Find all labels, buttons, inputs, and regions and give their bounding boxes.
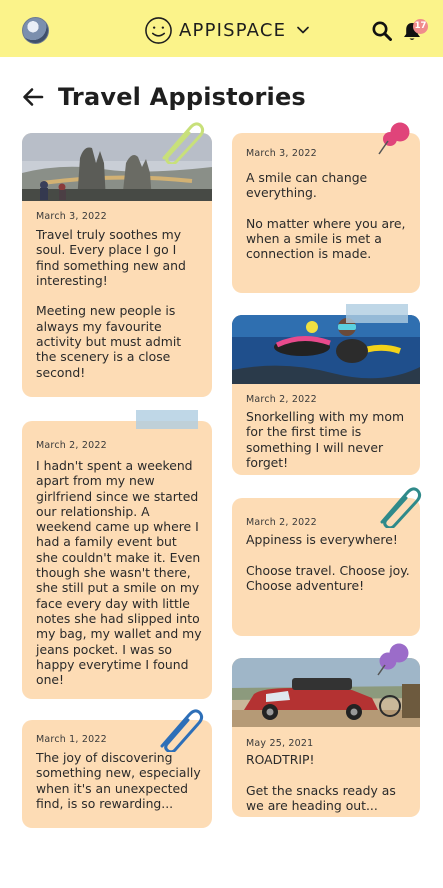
tape-strip (136, 410, 198, 429)
story-text: A smile can change everything. No matter… (246, 170, 406, 262)
story-text: Travel truly soothes my soul. Every plac… (36, 227, 186, 380)
story-card[interactable]: March 2, 2022 I hadn't spent a weekend a… (22, 421, 212, 699)
search-icon[interactable] (372, 21, 392, 41)
chevron-down-icon (297, 26, 310, 34)
back-arrow-icon[interactable] (22, 87, 44, 107)
pushpin-icon (377, 643, 409, 676)
top-bar: APPISPACE 17 (0, 0, 443, 57)
story-date: March 2, 2022 (36, 440, 107, 451)
paperclip-icon (162, 122, 205, 164)
story-date: March 2, 2022 (246, 394, 317, 405)
story-text: ROADTRIP! Get the snacks ready as we are… (246, 752, 396, 813)
story-card[interactable]: March 3, 2022 Travel truly soothes my so… (22, 133, 212, 397)
tape-strip (346, 304, 408, 323)
story-date: March 2, 2022 (246, 517, 317, 528)
paperclip-icon (380, 487, 422, 528)
story-date: May 25, 2021 (246, 738, 314, 749)
smiley-face-icon (145, 16, 172, 44)
app-name: APPISPACE (179, 19, 287, 41)
pushpin-icon (378, 122, 410, 155)
story-text: Snorkelling with my mom for the first ti… (246, 409, 405, 470)
story-card[interactable]: March 2, 2022 Snorkelling with my mom fo… (232, 315, 420, 475)
page-title: Travel Appistories (58, 83, 306, 111)
story-text: Appiness is everywhere! Choose travel. C… (246, 532, 410, 593)
app-switcher[interactable]: APPISPACE (144, 15, 310, 45)
story-card[interactable]: May 25, 2021 ROADTRIP! Get the snacks re… (232, 658, 420, 817)
story-date: March 3, 2022 (246, 148, 317, 159)
story-date: March 1, 2022 (36, 734, 107, 745)
page-header: Travel Appistories (22, 82, 306, 112)
notification-badge: 17 (413, 19, 428, 34)
story-image (232, 315, 420, 384)
story-text: I hadn't spent a weekend apart from my n… (36, 458, 202, 688)
story-date: March 3, 2022 (36, 211, 107, 222)
story-text: The joy of discovering something new, es… (36, 750, 201, 811)
user-avatar[interactable] (22, 17, 49, 44)
paperclip-icon (160, 709, 204, 752)
